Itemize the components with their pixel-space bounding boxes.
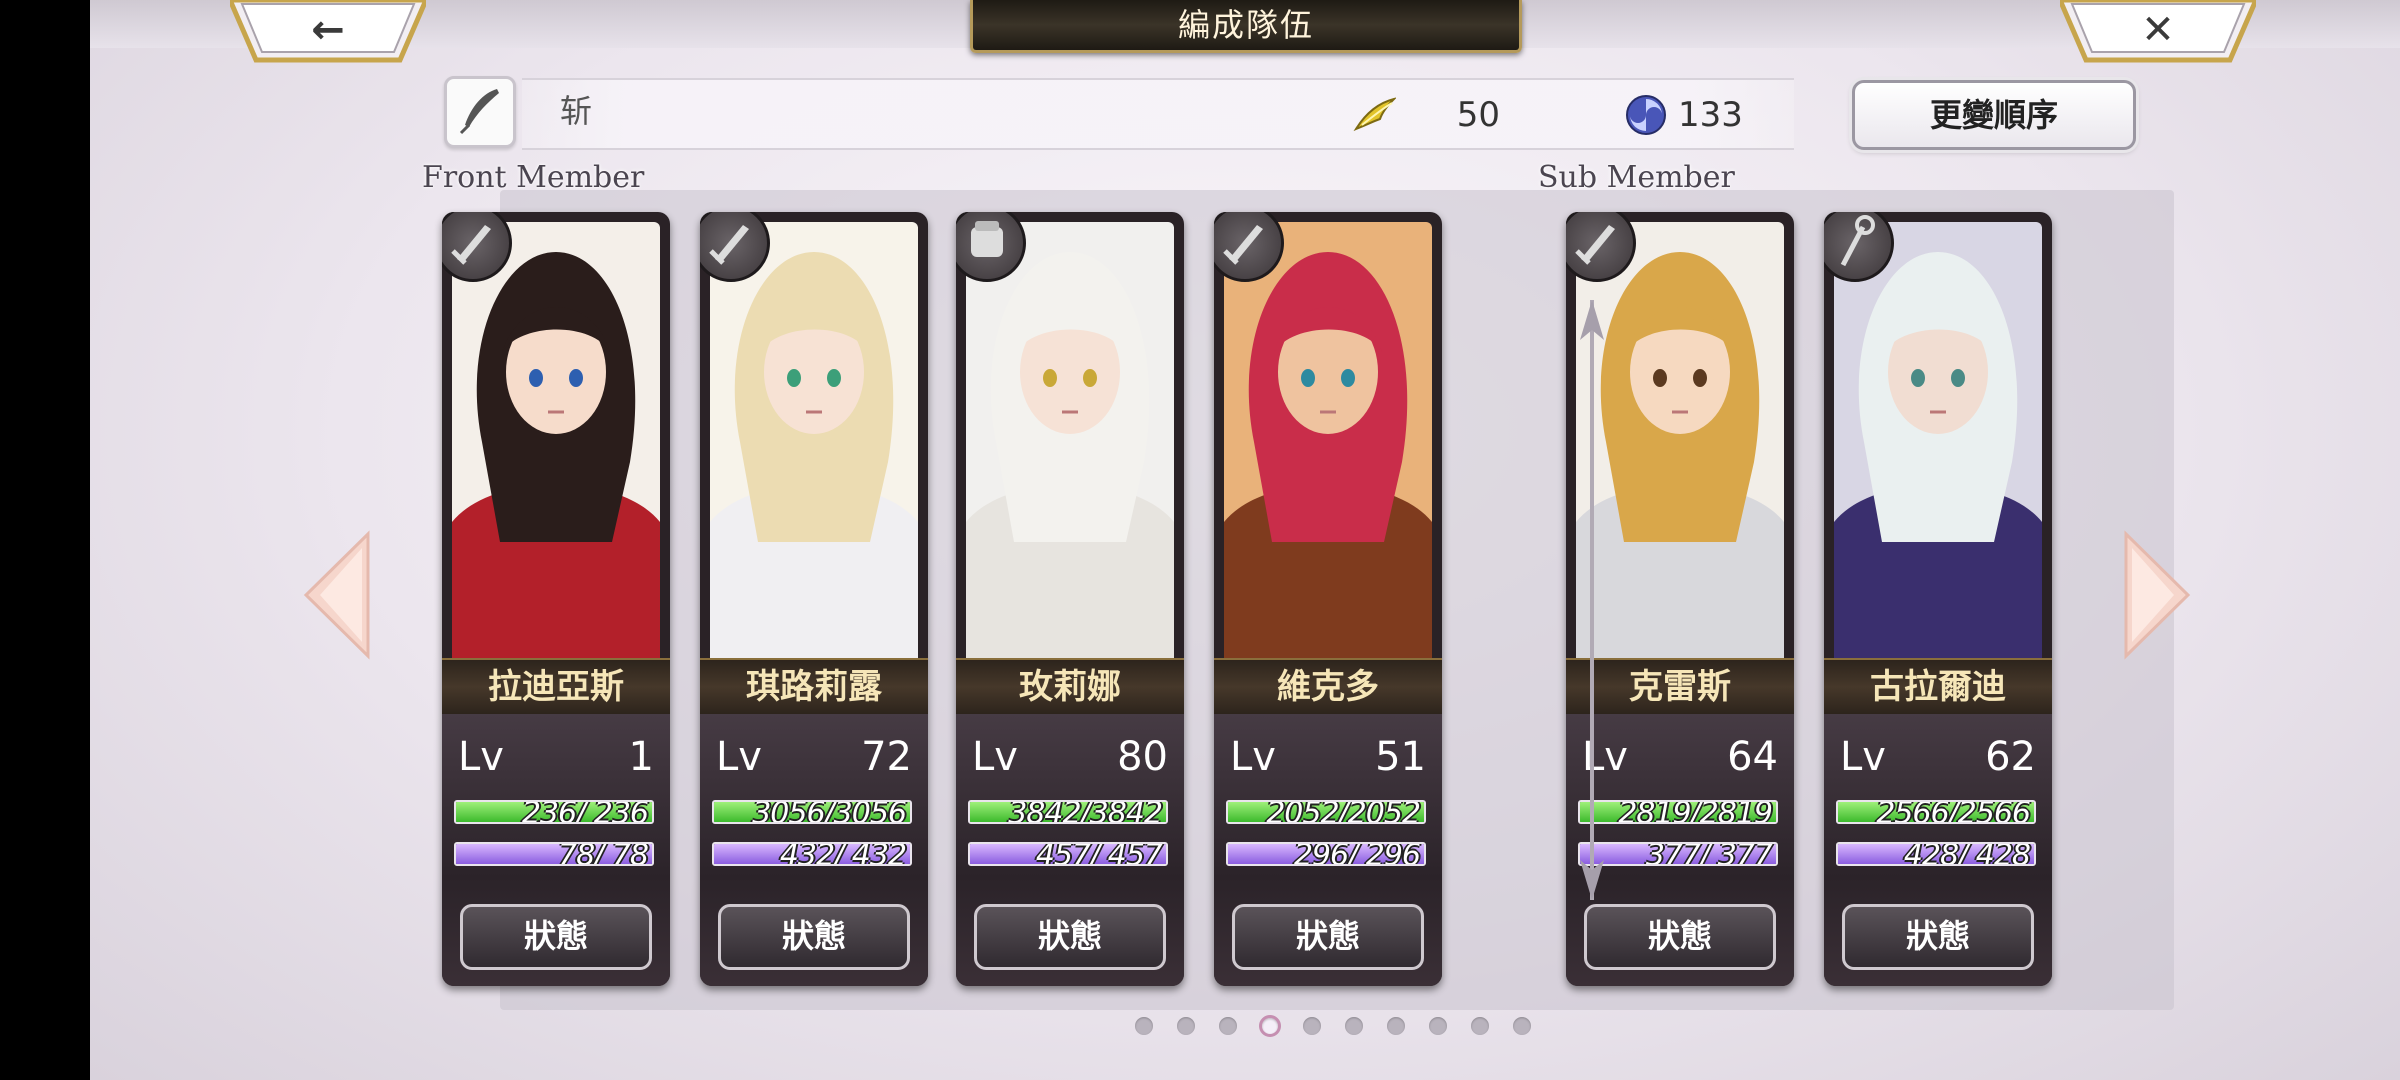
left-triangle-icon bbox=[303, 530, 370, 660]
member-stats: Lv 62 2566/2566 428/ 428 狀態 bbox=[1824, 714, 2052, 986]
wing-value: 50 bbox=[1456, 95, 1500, 135]
member-stats: Lv 51 2052/2052 296/ 296 狀態 bbox=[1214, 714, 1442, 986]
character-portrait bbox=[1834, 222, 2042, 666]
screen: ← 編成隊伍 ✕ 斩 50 133 更變順序 Front Member Sub … bbox=[90, 0, 2400, 1080]
member-name: 維克多 bbox=[1214, 658, 1442, 716]
page-dot[interactable] bbox=[1219, 1017, 1237, 1035]
character-portrait bbox=[966, 222, 1174, 666]
mp-value: 78/ 78 bbox=[558, 842, 649, 866]
hp-bar: 2052/2052 bbox=[1226, 800, 1426, 824]
status-button[interactable]: 狀態 bbox=[974, 904, 1166, 970]
hp-bar: 3056/3056 bbox=[712, 800, 912, 824]
level-value: 72 bbox=[861, 734, 912, 780]
member-name: 拉迪亞斯 bbox=[442, 658, 670, 716]
hp-value: 236/ 236 bbox=[521, 800, 649, 824]
member-name: 琪路莉露 bbox=[700, 658, 928, 716]
divider-ornament bbox=[1580, 300, 1604, 900]
page-dot[interactable] bbox=[1135, 1017, 1153, 1035]
party-name: 斩 bbox=[560, 92, 593, 130]
hp-value: 3056/3056 bbox=[752, 800, 907, 824]
level-value: 62 bbox=[1985, 734, 2036, 780]
level-label: Lv bbox=[972, 734, 1018, 780]
status-button[interactable]: 狀態 bbox=[1842, 904, 2034, 970]
member-stats: Lv 72 3056/3056 432/ 432 狀態 bbox=[700, 714, 928, 986]
hp-bar: 236/ 236 bbox=[454, 800, 654, 824]
member-stats: Lv 80 3842/3842 457/ 457 狀態 bbox=[956, 714, 1184, 986]
mp-bar: 432/ 432 bbox=[712, 842, 912, 866]
change-order-button[interactable]: 更變順序 bbox=[1852, 80, 2136, 150]
hp-bar: 3842/3842 bbox=[968, 800, 1168, 824]
page-dot[interactable] bbox=[1177, 1017, 1195, 1035]
level-label: Lv bbox=[458, 734, 504, 780]
member-card[interactable]: 拉迪亞斯 Lv 1 236/ 236 78/ 78 狀態 bbox=[442, 212, 670, 986]
mp-bar: 428/ 428 bbox=[1836, 842, 2036, 866]
member-stats: Lv 1 236/ 236 78/ 78 狀態 bbox=[442, 714, 670, 986]
mp-value: 428/ 428 bbox=[1903, 842, 2031, 866]
level-value: 51 bbox=[1375, 734, 1426, 780]
level-label: Lv bbox=[1840, 734, 1886, 780]
mp-bar: 296/ 296 bbox=[1226, 842, 1426, 866]
status-button[interactable]: 狀態 bbox=[460, 904, 652, 970]
member-card[interactable]: 古拉爾迪 Lv 62 2566/2566 428/ 428 狀態 bbox=[1824, 212, 2052, 986]
quill-pen-icon bbox=[459, 89, 499, 135]
edit-party-name-button[interactable] bbox=[444, 76, 516, 148]
character-portrait bbox=[1224, 222, 1432, 666]
page-dot[interactable] bbox=[1387, 1017, 1405, 1035]
page-dot[interactable] bbox=[1345, 1017, 1363, 1035]
hp-bar: 2566/2566 bbox=[1836, 800, 2036, 824]
level-value: 80 bbox=[1117, 734, 1168, 780]
right-triangle-icon bbox=[2124, 530, 2191, 660]
wing-icon bbox=[1353, 97, 1396, 132]
gauntlet-icon bbox=[956, 212, 1026, 282]
close-icon: ✕ bbox=[2141, 7, 2175, 53]
close-button[interactable]: ✕ bbox=[2060, 0, 2256, 64]
status-button[interactable]: 狀態 bbox=[1584, 904, 1776, 970]
staff-icon bbox=[1824, 212, 1894, 282]
page-title: 編成隊伍 bbox=[1177, 6, 1314, 44]
page-dot[interactable] bbox=[1303, 1017, 1321, 1035]
member-card[interactable]: 琪路莉露 Lv 72 3056/3056 432/ 432 狀態 bbox=[700, 212, 928, 986]
prev-page-button[interactable] bbox=[302, 530, 372, 660]
status-button[interactable]: 狀態 bbox=[718, 904, 910, 970]
member-card[interactable]: 玫莉娜 Lv 80 3842/3842 457/ 457 狀態 bbox=[956, 212, 1184, 986]
sword-icon bbox=[700, 212, 770, 282]
left-arrow-icon: ← bbox=[311, 7, 345, 53]
status-button[interactable]: 狀態 bbox=[1232, 904, 1424, 970]
character-portrait bbox=[710, 222, 918, 666]
member-name: 玫莉娜 bbox=[956, 658, 1184, 716]
member-name: 古拉爾迪 bbox=[1824, 658, 2052, 716]
mp-value: 457/ 457 bbox=[1035, 842, 1163, 866]
page-dot[interactable] bbox=[1429, 1017, 1447, 1035]
character-portrait bbox=[452, 222, 660, 666]
level-value: 1 bbox=[628, 734, 654, 780]
level-value: 64 bbox=[1727, 734, 1778, 780]
orb-value: 133 bbox=[1678, 95, 1743, 135]
back-button[interactable]: ← bbox=[230, 0, 426, 64]
hp-value: 3842/3842 bbox=[1008, 800, 1163, 824]
level-label: Lv bbox=[716, 734, 762, 780]
sword-icon bbox=[1214, 212, 1284, 282]
mp-value: 377/ 377 bbox=[1645, 842, 1773, 866]
level-label: Lv bbox=[1230, 734, 1276, 780]
page-dot[interactable] bbox=[1259, 1015, 1281, 1037]
hp-value: 2566/2566 bbox=[1876, 800, 2031, 824]
title-plate: 編成隊伍 bbox=[970, 0, 1522, 53]
sword-icon bbox=[1566, 212, 1636, 282]
party-name-bar bbox=[522, 78, 1794, 150]
page-dot[interactable] bbox=[1513, 1017, 1531, 1035]
sword-icon bbox=[442, 212, 512, 282]
mp-value: 432/ 432 bbox=[779, 842, 907, 866]
next-page-button[interactable] bbox=[2122, 530, 2192, 660]
page-dot[interactable] bbox=[1471, 1017, 1489, 1035]
hp-value: 2819/2819 bbox=[1618, 800, 1773, 824]
orb-icon bbox=[1626, 95, 1666, 135]
hp-value: 2052/2052 bbox=[1266, 800, 1421, 824]
mp-bar: 457/ 457 bbox=[968, 842, 1168, 866]
member-card[interactable]: 維克多 Lv 51 2052/2052 296/ 296 狀態 bbox=[1214, 212, 1442, 986]
mp-bar: 78/ 78 bbox=[454, 842, 654, 866]
mp-value: 296/ 296 bbox=[1293, 842, 1421, 866]
